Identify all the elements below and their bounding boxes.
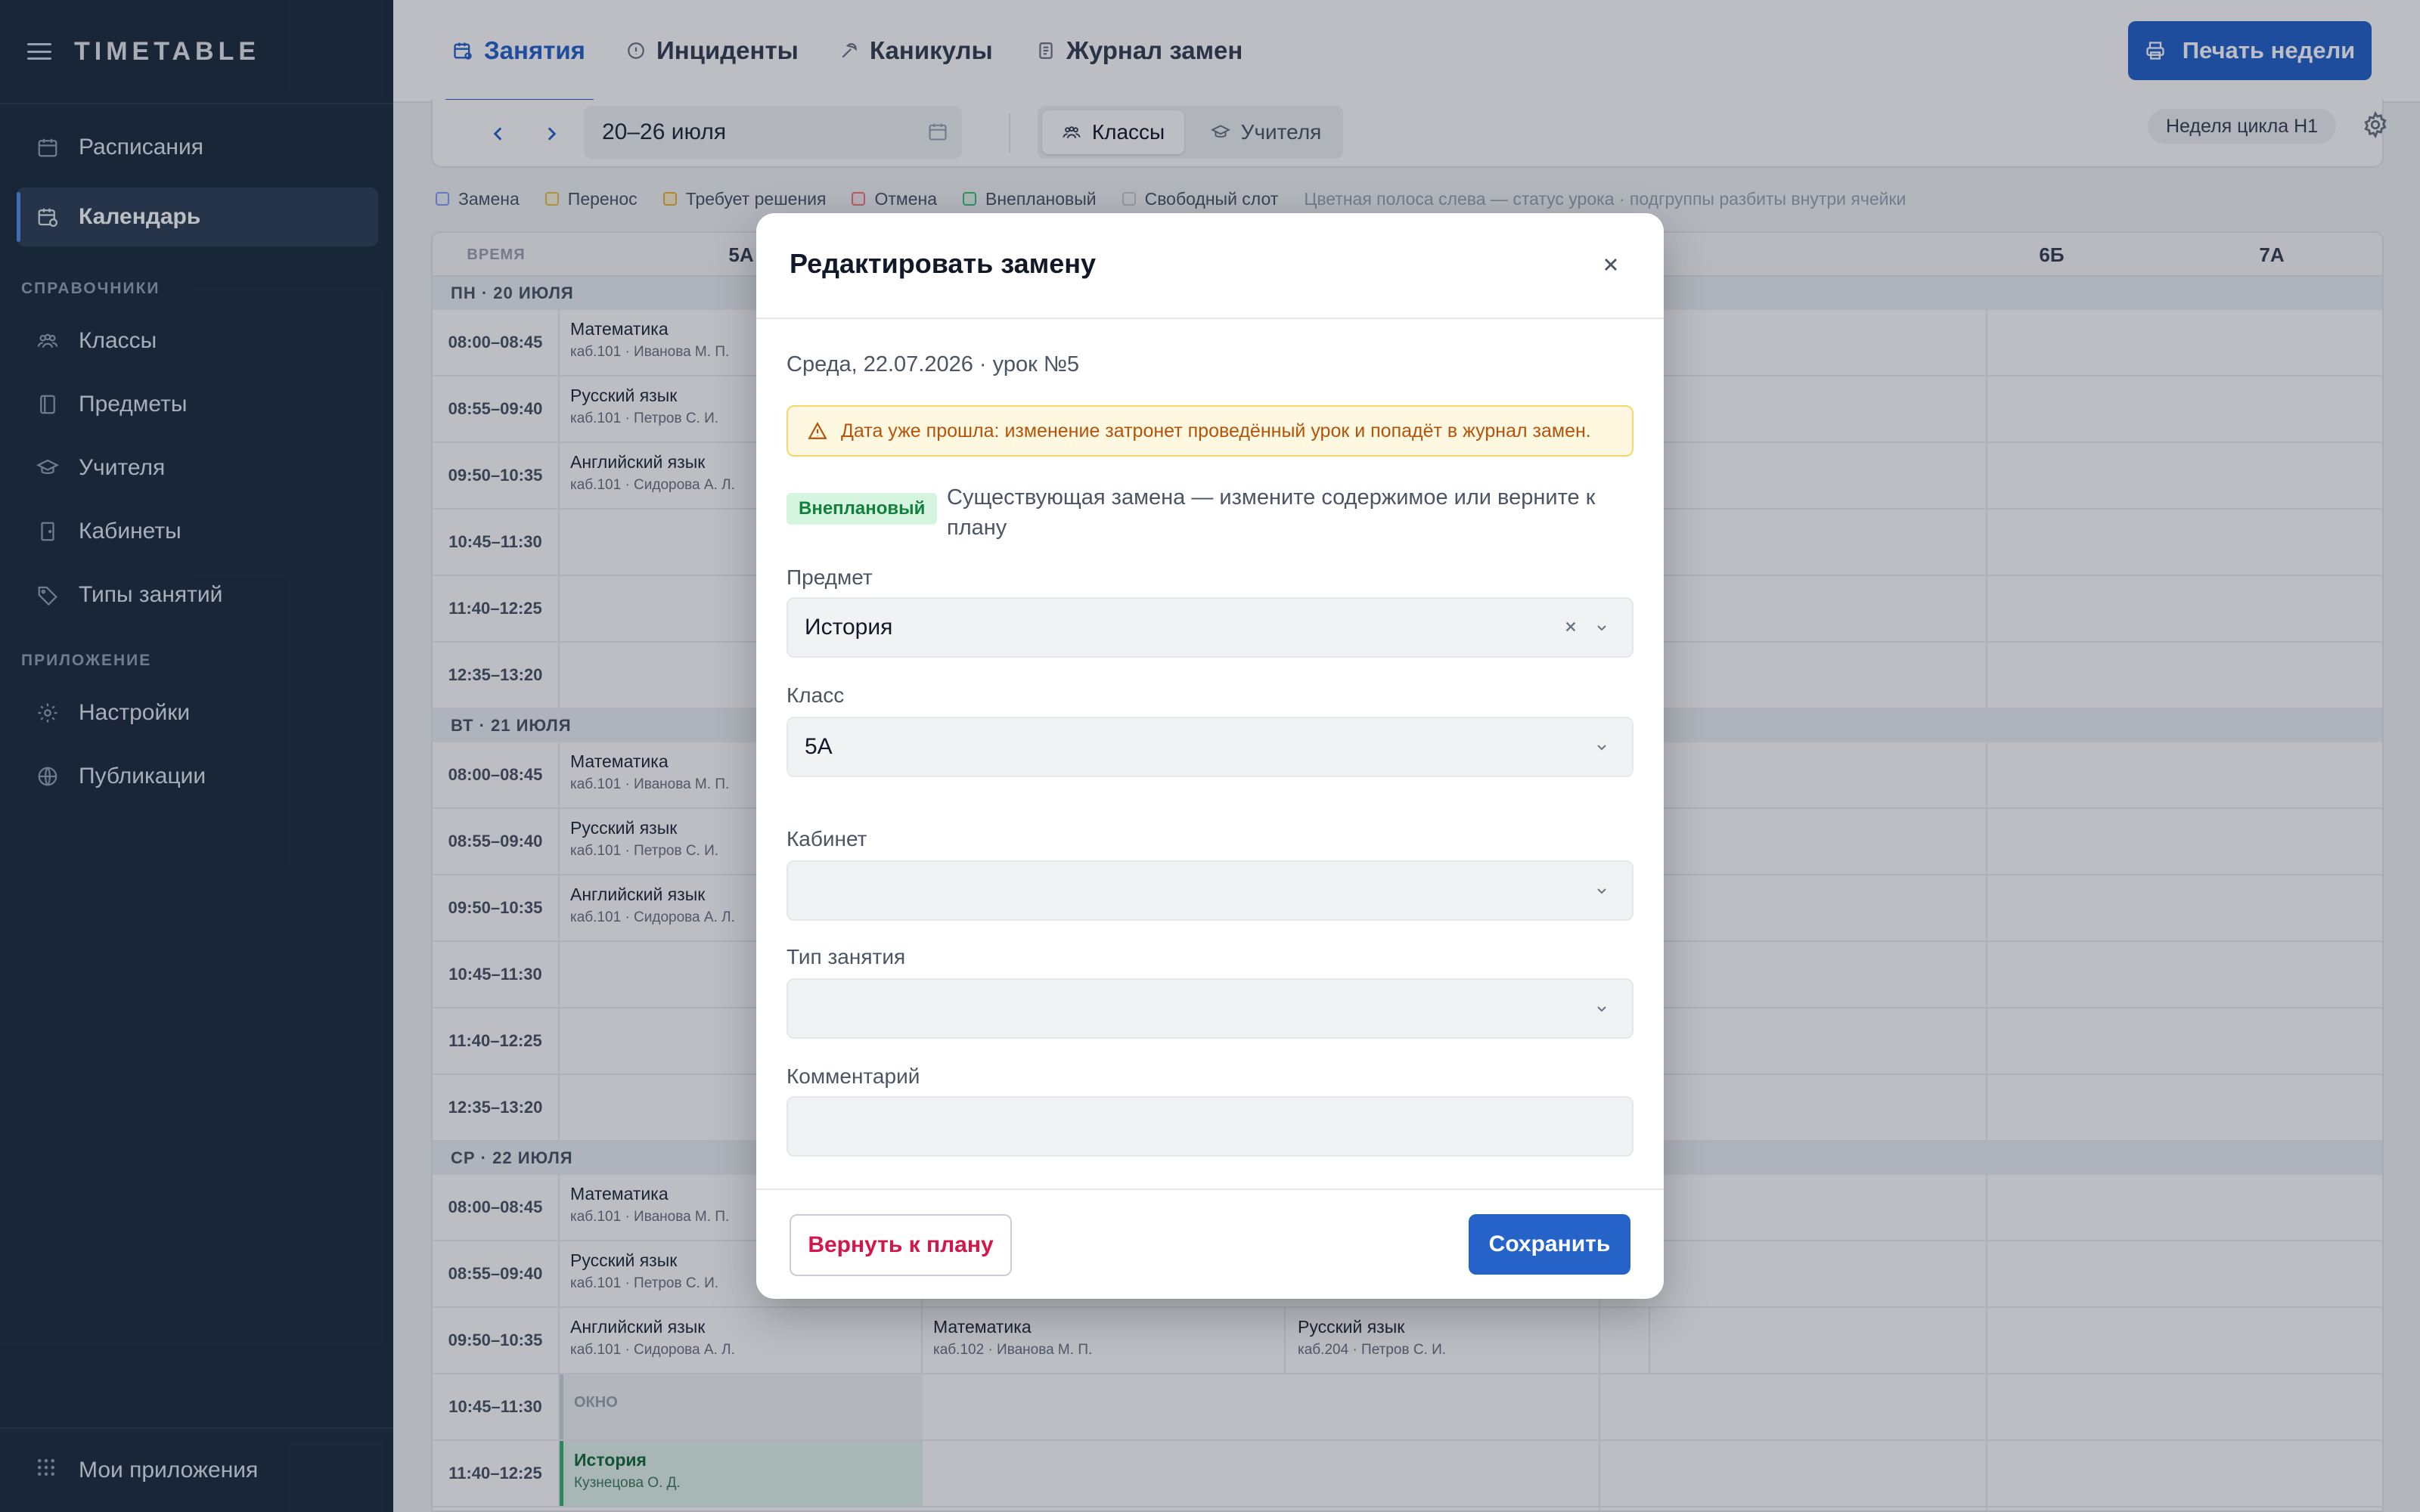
past-date-warning: Дата уже прошла: изменение затронет пров…	[786, 405, 1634, 457]
comment-input[interactable]	[786, 1096, 1634, 1157]
lesson-type-select[interactable]	[786, 978, 1634, 1039]
class-value: 5А	[805, 734, 833, 759]
warning-icon	[808, 421, 827, 441]
room-select[interactable]	[786, 860, 1634, 921]
chevron-down-icon	[1593, 618, 1611, 637]
dialog-header: Редактировать замену	[756, 213, 1664, 319]
room-label: Кабинет	[786, 827, 867, 850]
comment-label: Комментарий	[786, 1064, 920, 1088]
close-dialog-button[interactable]	[1596, 249, 1626, 280]
dialog-footer: Вернуть к плану Сохранить	[756, 1188, 1664, 1299]
modal-backdrop-sidebar[interactable]	[0, 0, 393, 1512]
close-icon	[1565, 621, 1576, 632]
chevron-down-icon	[1593, 738, 1611, 756]
subject-value: История	[805, 615, 893, 640]
revert-to-plan-button[interactable]: Вернуть к плану	[790, 1214, 1012, 1276]
chevron-down-icon	[1593, 999, 1611, 1018]
chevron-down-icon	[1593, 881, 1611, 900]
class-label: Класс	[786, 683, 845, 707]
close-icon	[1605, 259, 1617, 271]
class-select[interactable]: 5А	[786, 717, 1634, 777]
dialog-title: Редактировать замену	[790, 248, 1097, 279]
clear-subject-button[interactable]	[1561, 617, 1581, 637]
status-badge: Внеплановый	[786, 493, 938, 525]
save-button[interactable]: Сохранить	[1469, 1214, 1630, 1275]
subject-label: Предмет	[786, 565, 873, 589]
lesson-date: Среда, 22.07.2026 · урок №5	[786, 352, 1080, 376]
edit-substitution-dialog: Редактировать замену Среда, 22.07.2026 ·…	[756, 213, 1664, 1299]
status-description: Существующая замена — измените содержимо…	[947, 485, 1596, 540]
subject-select[interactable]: История	[786, 597, 1634, 658]
lesson-type-label: Тип занятия	[786, 945, 906, 968]
warning-text: Дата уже прошла: изменение затронет пров…	[841, 420, 1591, 442]
